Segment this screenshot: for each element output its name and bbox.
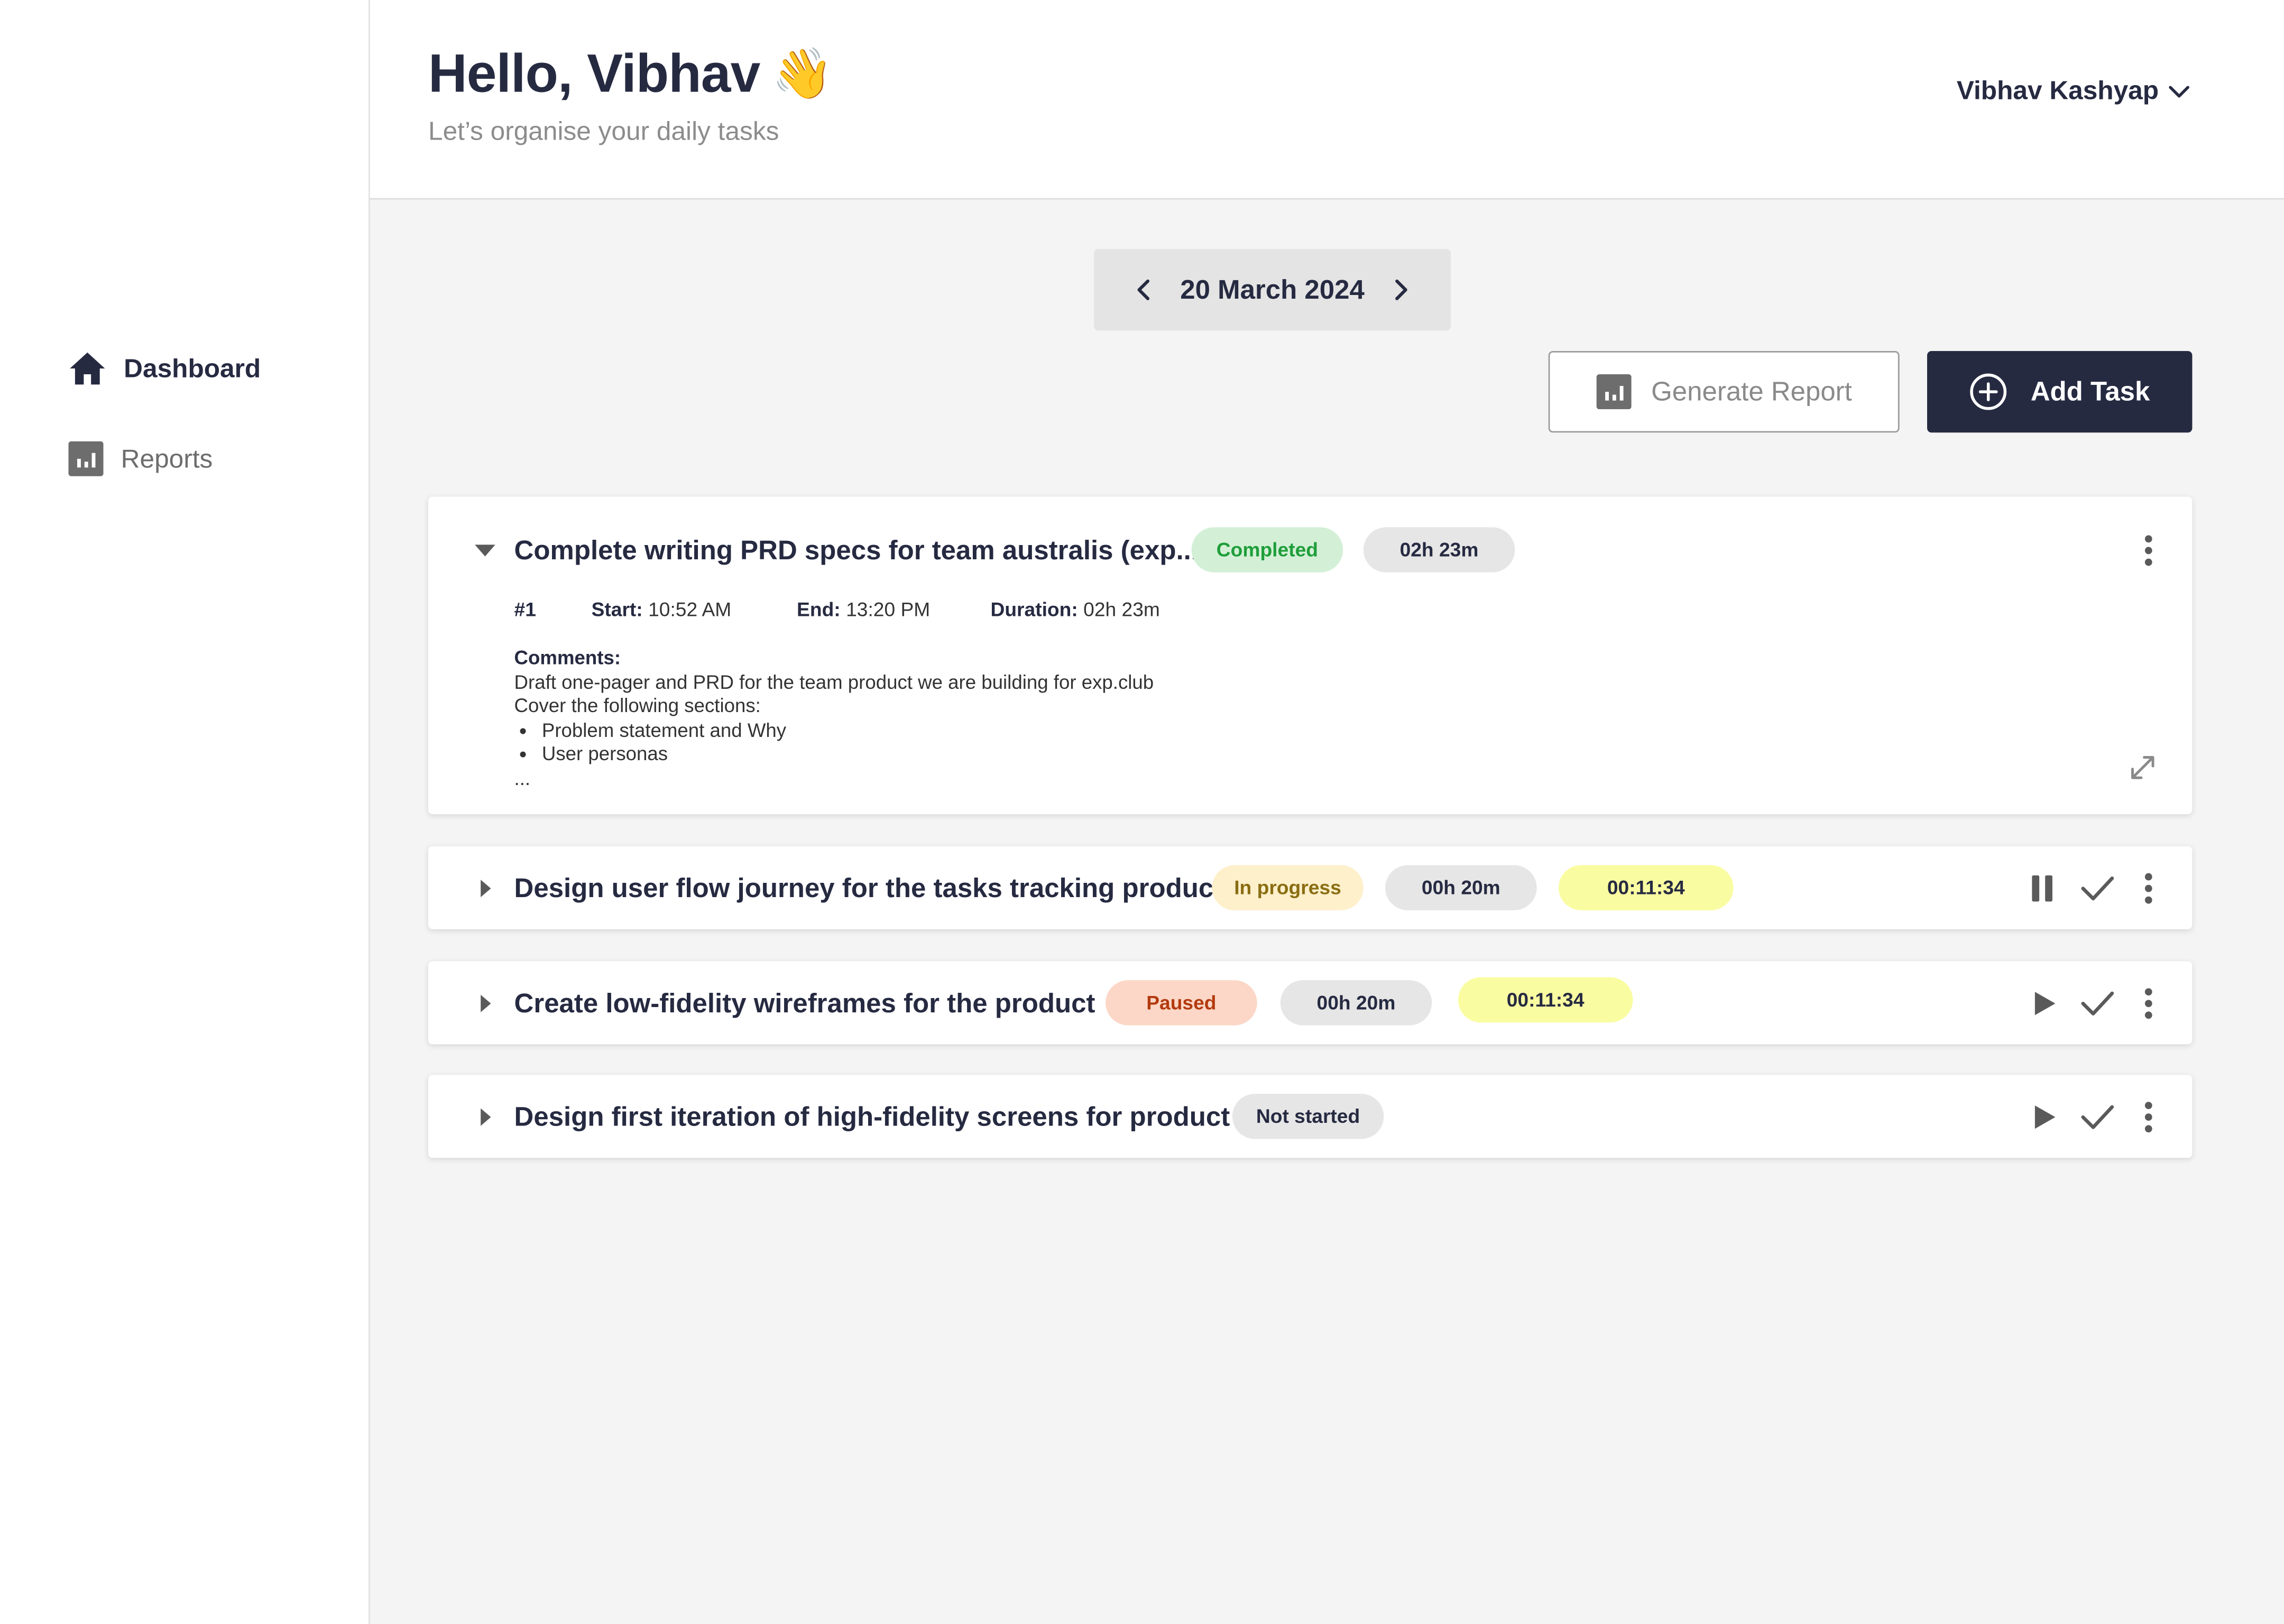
current-date: 20 March 2024 [1180, 273, 1365, 304]
task-card: Complete writing PRD specs for team aust… [428, 496, 2193, 815]
generate-report-label: Generate Report [1651, 375, 1852, 407]
page-header: Hello, Vibhav 👋 Let’s organise your dail… [370, 0, 2284, 200]
play-button[interactable] [2029, 985, 2061, 1020]
comment-bullet: Problem statement and Why [542, 719, 1154, 743]
date-navigator: 20 March 2024 [1094, 249, 1451, 331]
task-row[interactable]: Create low-fidelity wireframes for the p… [428, 961, 2192, 1044]
more-options-button[interactable] [2135, 984, 2162, 1022]
task-row[interactable]: Design first iteration of high-fidelity … [428, 1075, 2192, 1158]
next-date-button[interactable] [1385, 274, 1417, 306]
task-row[interactable]: Complete writing PRD specs for team aust… [428, 509, 2192, 592]
duration-badge: 00h 20m [1280, 980, 1432, 1026]
expand-toggle[interactable] [472, 1103, 499, 1130]
checkmark-icon [2081, 1104, 2114, 1129]
wave-emoji-icon: 👋 [771, 45, 834, 104]
more-options-button[interactable] [2135, 869, 2162, 907]
more-options-button[interactable] [2135, 1097, 2162, 1136]
sidebar-item-label: Dashboard [124, 353, 261, 383]
checkmark-icon [2081, 875, 2114, 900]
comment-ellipsis: ... [514, 767, 531, 789]
duration-badge: 02h 23m [1363, 527, 1515, 573]
expand-toggle[interactable] [472, 874, 499, 901]
task-title: Design user flow journey for the tasks t… [514, 871, 1223, 902]
sidebar: Dashboard Reports [0, 0, 370, 1624]
comment-line: Draft one-pager and PRD for the team pro… [514, 670, 1154, 693]
sidebar-item-reports[interactable]: Reports [68, 438, 213, 479]
task-duration: Duration: 02h 23m [990, 598, 1160, 621]
page-title: Hello, Vibhav 👋 [428, 44, 833, 105]
comment-bullet: User personas [542, 743, 1154, 767]
complete-button[interactable] [2079, 1099, 2117, 1134]
pause-icon [2032, 874, 2052, 901]
report-chart-icon [68, 441, 104, 476]
add-task-label: Add Task [2030, 375, 2150, 407]
task-number: #1 [514, 598, 536, 621]
task-row[interactable]: Design user flow journey for the tasks t… [428, 846, 2192, 929]
kebab-menu-icon [2144, 872, 2152, 903]
timer-badge: 00:11:34 [1458, 977, 1633, 1023]
complete-button[interactable] [2079, 870, 2117, 905]
kebab-menu-icon [2144, 1101, 2152, 1132]
comment-bullets: Problem statement and Why User personas [514, 719, 1154, 767]
app-root: Dashboard Reports Hello, Vibhav 👋 Let’s … [0, 0, 2284, 1624]
pause-button[interactable] [2026, 870, 2058, 905]
status-badge: In progress [1212, 865, 1364, 910]
task-card: Design first iteration of high-fidelity … [428, 1075, 2193, 1158]
task-comments: Comments: Draft one-pager and PRD for th… [514, 647, 1154, 791]
kebab-menu-icon [2144, 534, 2152, 565]
chevron-right-icon [1395, 279, 1407, 300]
expand-toggle[interactable] [472, 990, 499, 1016]
collapse-toggle[interactable] [472, 537, 499, 563]
page-subtitle: Let’s organise your daily tasks [428, 116, 779, 146]
task-title: Complete writing PRD specs for team aust… [514, 533, 1199, 565]
play-button[interactable] [2029, 1099, 2061, 1134]
caret-right-icon [481, 1108, 491, 1125]
task-start: Start: 10:52 AM [591, 598, 732, 621]
play-icon [2034, 1104, 2056, 1128]
more-options-button[interactable] [2135, 531, 2162, 569]
home-icon [70, 352, 105, 385]
caret-right-icon [481, 994, 491, 1012]
checkmark-icon [2081, 991, 2114, 1015]
kebab-menu-icon [2144, 987, 2152, 1018]
user-menu[interactable]: Vibhav Kashyap [1957, 76, 2191, 106]
expand-button[interactable] [2126, 752, 2159, 784]
duration-badge: 00h 20m [1385, 865, 1537, 910]
chevron-left-icon [1138, 279, 1150, 300]
comment-line: Cover the following sections: [514, 695, 761, 717]
task-card: Create low-fidelity wireframes for the p… [428, 961, 2193, 1045]
expand-arrows-icon [2131, 756, 2154, 779]
comments-label: Comments: [514, 647, 621, 669]
caret-right-icon [481, 879, 491, 897]
status-badge: Completed [1191, 527, 1343, 573]
generate-report-button[interactable]: Generate Report [1548, 350, 1900, 433]
complete-button[interactable] [2079, 985, 2117, 1020]
task-title: Create low-fidelity wireframes for the p… [514, 986, 1095, 1018]
user-name: Vibhav Kashyap [1956, 76, 2159, 105]
greeting-text: Hello, Vibhav [428, 43, 760, 104]
timer-badge: 00:11:34 [1558, 865, 1734, 910]
sidebar-item-dashboard[interactable]: Dashboard [68, 348, 261, 389]
caret-down-icon [475, 544, 495, 556]
previous-date-button[interactable] [1128, 274, 1160, 306]
task-card: Design user flow journey for the tasks t… [428, 846, 2193, 929]
task-title: Design first iteration of high-fidelity … [514, 1100, 1230, 1131]
task-end: End: 13:20 PM [797, 598, 931, 621]
chevron-down-icon [2169, 85, 2189, 97]
report-chart-icon [1596, 374, 1631, 410]
status-badge: Paused [1106, 980, 1257, 1026]
sidebar-item-label: Reports [121, 443, 213, 473]
status-badge: Not started [1232, 1094, 1384, 1139]
play-icon [2034, 991, 2056, 1014]
plus-circle-icon [1970, 373, 2007, 410]
add-task-button[interactable]: Add Task [1927, 350, 2193, 433]
